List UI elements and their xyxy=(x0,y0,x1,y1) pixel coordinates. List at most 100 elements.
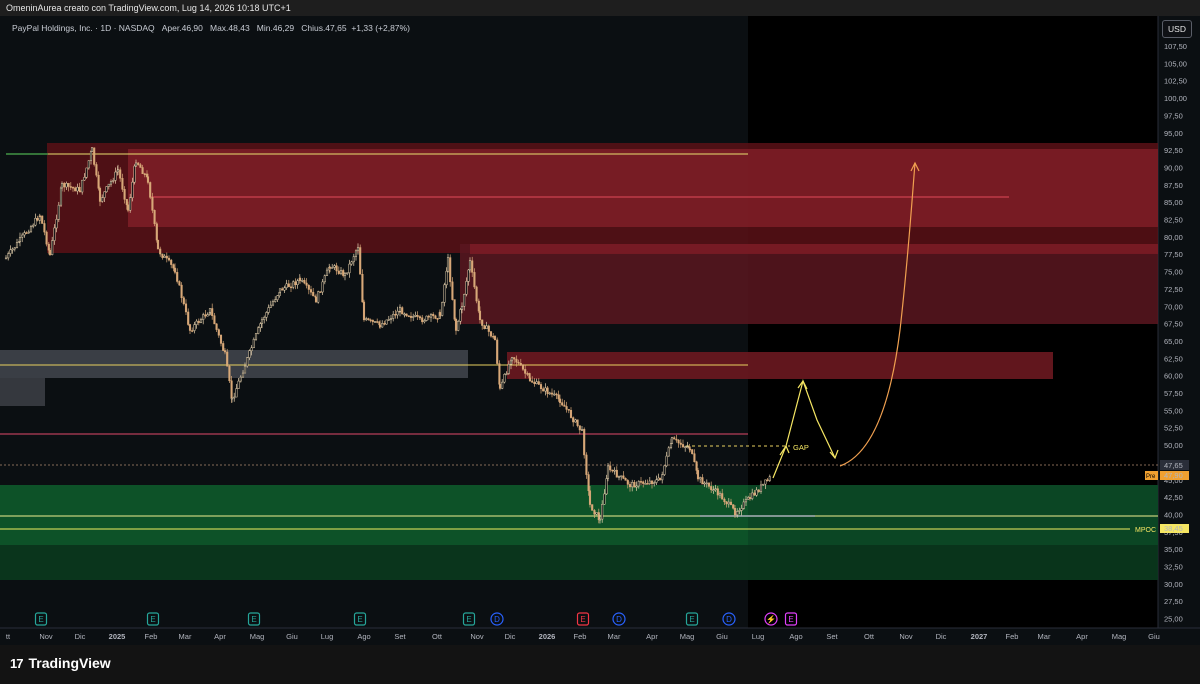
event-marker[interactable]: D xyxy=(612,612,626,626)
event-marker[interactable]: E xyxy=(576,612,590,626)
time-tick-label: Dic xyxy=(75,632,86,641)
event-marker[interactable]: E xyxy=(146,612,160,626)
price-tick-label: 52,50 xyxy=(1164,424,1183,433)
event-letter: D xyxy=(616,615,622,624)
tradingview-logo[interactable]: 17 TradingView xyxy=(10,655,111,671)
price-tick-label: 105,00 xyxy=(1164,59,1187,68)
time-tick-label: Nov xyxy=(470,632,484,641)
time-tick-label: Mar xyxy=(179,632,192,641)
time-tick-label: Set xyxy=(394,632,406,641)
price-tick-label: 40,00 xyxy=(1164,510,1183,519)
event-letter: E xyxy=(357,615,362,624)
time-tick-label: Ago xyxy=(357,632,370,641)
time-tick-label: Dic xyxy=(505,632,516,641)
support-zone-inner-future xyxy=(748,485,1158,545)
time-tick-label: Mar xyxy=(608,632,621,641)
price-tick-label: 57,50 xyxy=(1164,389,1183,398)
time-tick-label: 2027 xyxy=(971,632,988,641)
close-value: Chius.47,65 xyxy=(301,23,347,33)
price-tick-label: 60,00 xyxy=(1164,372,1183,381)
event-letter: E xyxy=(38,615,43,624)
price-tick-label: 97,50 xyxy=(1164,111,1183,120)
event-letter: E xyxy=(580,615,585,624)
price-tick-label: 100,00 xyxy=(1164,94,1187,103)
symbol-legend: PayPal Holdings, Inc. · 1D · NASDAQ Aper… xyxy=(12,23,410,33)
support-zone-inner xyxy=(0,485,748,545)
price-chart[interactable]: GAP 107,50 105,00 102,50 100,00 97,50 95,00 92… xyxy=(0,0,1200,645)
price-tick-label: 42,50 xyxy=(1164,493,1183,502)
mpoc-value: 38,45 xyxy=(1164,524,1183,533)
time-tick-label: Set xyxy=(826,632,838,641)
symbol-info: PayPal Holdings, Inc. · 1D · NASDAQ xyxy=(12,23,155,33)
event-letter: ⚡ xyxy=(766,614,776,624)
price-tick-label: 107,50 xyxy=(1164,42,1187,51)
event-letter: E xyxy=(150,615,155,624)
event-letter: E xyxy=(689,615,694,624)
time-tick-label: Feb xyxy=(1006,632,1019,641)
event-marker[interactable]: ⚡ xyxy=(764,612,778,626)
last-price-value: 47,65 xyxy=(1164,461,1183,470)
pre-market-price: 47,90 xyxy=(1164,471,1183,480)
price-tick-label: 95,00 xyxy=(1164,129,1183,138)
event-marker[interactable]: D xyxy=(490,612,504,626)
time-tick-label: 2026 xyxy=(539,632,556,641)
tradingview-logo-icon: 17 xyxy=(10,656,24,671)
time-tick-label: Apr xyxy=(646,632,658,641)
time-tick-label: Lug xyxy=(752,632,765,641)
event-marker[interactable]: E xyxy=(685,612,699,626)
gap-label: GAP xyxy=(793,443,809,452)
gray-zone xyxy=(0,350,468,378)
resistance-zone-middle-band xyxy=(470,244,1158,254)
price-tick-label: 50,00 xyxy=(1164,441,1183,450)
event-letter: D xyxy=(726,615,732,624)
price-tick-label: 55,00 xyxy=(1164,406,1183,415)
time-tick-label: Giu xyxy=(716,632,728,641)
price-tick-label: 72,50 xyxy=(1164,285,1183,294)
time-tick-label: Ott xyxy=(864,632,875,641)
price-tick-label: 87,50 xyxy=(1164,181,1183,190)
high-value: Max.48,43 xyxy=(209,23,250,33)
event-marker[interactable]: E xyxy=(353,612,367,626)
time-tick-label: Mar xyxy=(1038,632,1051,641)
price-tick-label: 62,50 xyxy=(1164,354,1183,363)
time-tick-label: Ago xyxy=(789,632,802,641)
price-tick-label: 30,00 xyxy=(1164,580,1183,589)
time-tick-label: Nov xyxy=(39,632,53,641)
change-value: +1,33 (+2,87%) xyxy=(351,23,410,33)
time-tick-label: Mag xyxy=(250,632,265,641)
time-tick-label: Feb xyxy=(145,632,158,641)
time-axis[interactable]: tt Nov Dic 2025 Feb Mar Apr Mag Giu Lug Ago Set Ott N… xyxy=(6,632,1160,641)
time-tick-label: 2025 xyxy=(109,632,126,641)
price-tick-label: 92,50 xyxy=(1164,146,1183,155)
events-row[interactable]: E E E E E D E D E D ⚡ E xyxy=(34,612,798,626)
price-tick-label: 82,50 xyxy=(1164,216,1183,225)
time-tick-label: Nov xyxy=(899,632,913,641)
price-tick-label: 80,00 xyxy=(1164,233,1183,242)
gray-zone-small xyxy=(0,378,45,406)
event-letter: E xyxy=(251,615,256,624)
time-tick-label: Mag xyxy=(680,632,695,641)
time-tick-label: Feb xyxy=(574,632,587,641)
open-value: Aper.46,90 xyxy=(161,23,203,33)
event-marker[interactable]: E xyxy=(34,612,48,626)
resistance-zone-middle xyxy=(460,244,1158,324)
time-tick-label: Dic xyxy=(936,632,947,641)
event-letter: D xyxy=(494,615,500,624)
event-marker[interactable]: E xyxy=(462,612,476,626)
event-marker[interactable]: D xyxy=(722,612,736,626)
currency-button[interactable]: USD xyxy=(1162,20,1192,38)
price-tick-label: 67,50 xyxy=(1164,320,1183,329)
price-tick-label: 27,50 xyxy=(1164,597,1183,606)
price-tick-label: 25,00 xyxy=(1164,615,1183,624)
time-tick-label: Apr xyxy=(1076,632,1088,641)
event-letter: E xyxy=(466,615,471,624)
price-tick-label: 77,50 xyxy=(1164,250,1183,259)
price-tick-label: 32,50 xyxy=(1164,563,1183,572)
time-tick-label: Lug xyxy=(321,632,334,641)
event-letter: E xyxy=(788,615,793,624)
time-tick-label: Mag xyxy=(1112,632,1127,641)
price-tick-label: 65,00 xyxy=(1164,337,1183,346)
time-tick-label: Ott xyxy=(432,632,443,641)
event-marker[interactable]: E xyxy=(247,612,261,626)
time-tick-label: Giu xyxy=(1148,632,1160,641)
